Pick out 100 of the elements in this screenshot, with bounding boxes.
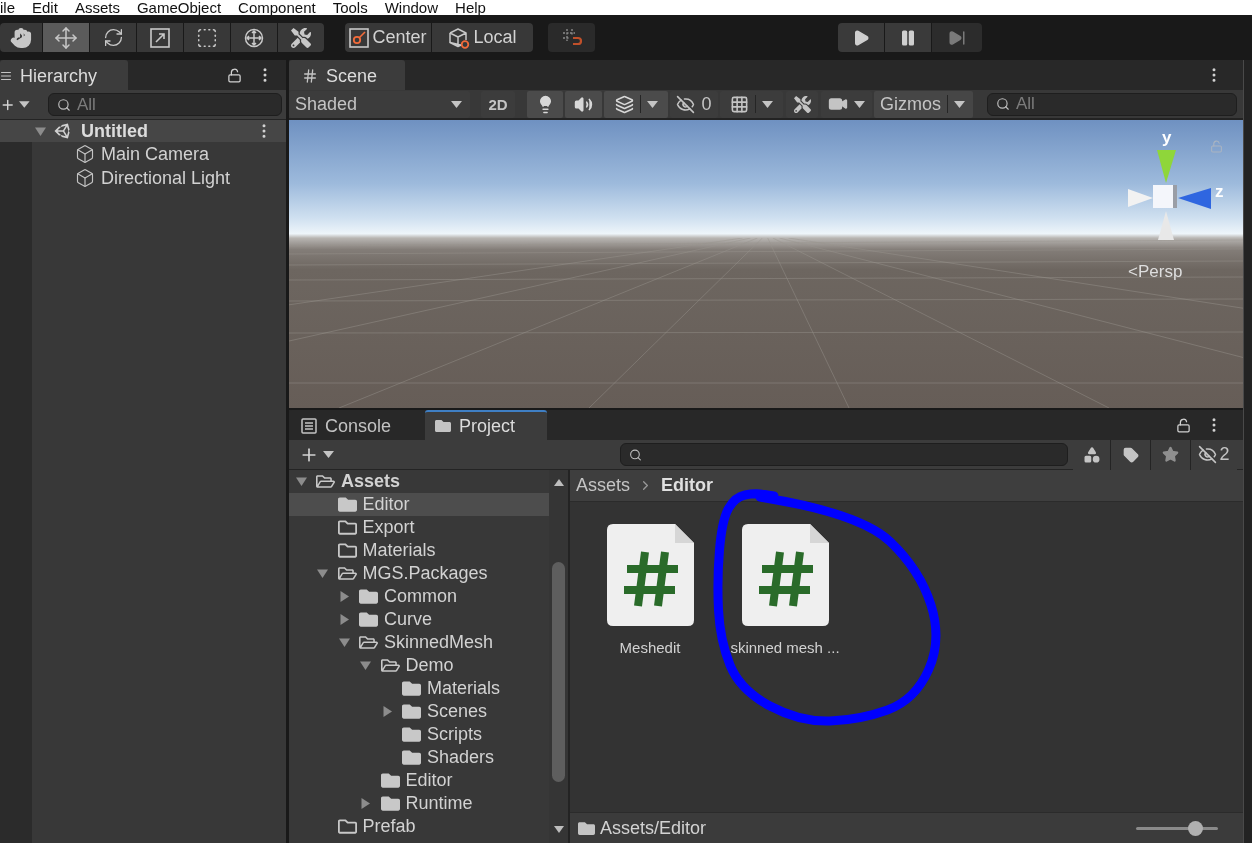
camera-button[interactable] xyxy=(821,90,872,118)
slider-thumb[interactable] xyxy=(1188,820,1204,836)
scroll-down-arrow-icon[interactable] xyxy=(553,826,564,833)
hierarchy-tab[interactable]: Hierarchy xyxy=(0,60,128,90)
pivot-button[interactable]: Center xyxy=(345,23,431,52)
expand-arrow-icon[interactable] xyxy=(338,614,350,625)
expand-arrow-icon[interactable] xyxy=(317,568,328,579)
folder-item[interactable]: Common xyxy=(289,585,549,608)
folder-item[interactable]: Assets xyxy=(289,470,549,493)
object-item[interactable]: Directional Light xyxy=(32,166,231,190)
scrollbar-thumb[interactable] xyxy=(552,562,565,782)
menu-item[interactable]: Assets xyxy=(74,0,120,15)
transform-tool-button[interactable] xyxy=(231,23,277,52)
dashed-square-icon xyxy=(196,26,218,49)
caret-icon xyxy=(646,100,658,108)
scene-item[interactable]: Untitled xyxy=(0,120,286,142)
folder-item[interactable]: Prefab xyxy=(289,815,549,838)
search-field[interactable]: All xyxy=(48,93,282,116)
pause-button[interactable] xyxy=(885,23,931,52)
project-tab[interactable]: Project xyxy=(425,410,547,440)
menu-item[interactable]: Edit xyxy=(32,0,58,15)
move-tool-button[interactable] xyxy=(43,23,89,52)
script-file-icon[interactable] xyxy=(741,524,829,626)
logo-icon xyxy=(54,122,72,140)
eye-off-icon xyxy=(676,94,696,114)
2d-toggle[interactable]: 2D xyxy=(481,90,515,118)
expand-arrow-icon[interactable] xyxy=(338,591,350,602)
menu-item[interactable]: Tools xyxy=(332,0,368,15)
move-arrows-icon xyxy=(54,25,78,50)
expand-arrow-icon[interactable] xyxy=(35,125,46,137)
file-name-label[interactable]: skinned mesh ... xyxy=(730,639,840,656)
shading-dropdown[interactable]: Shaded xyxy=(289,90,470,118)
folder-item[interactable]: SkinnedMesh xyxy=(289,631,549,654)
folder-icon xyxy=(402,679,421,698)
scroll-up-arrow-icon[interactable] xyxy=(553,479,564,486)
folder-item[interactable]: Curve xyxy=(289,608,549,631)
lock-icon[interactable] xyxy=(227,67,242,83)
scale-tool-button[interactable] xyxy=(137,23,183,52)
cube-icon xyxy=(75,168,95,188)
folder-outline-icon xyxy=(337,817,357,836)
folder-icon xyxy=(359,610,378,629)
folder-item[interactable]: Shaders xyxy=(289,746,549,769)
caret-icon xyxy=(954,100,965,108)
expand-arrow-icon[interactable] xyxy=(381,706,393,717)
folder-item[interactable]: Editor xyxy=(289,769,549,792)
status-path: Assets/Editor xyxy=(600,817,707,839)
audio-toggle[interactable] xyxy=(565,90,602,118)
folder-icon xyxy=(359,587,378,606)
search-field[interactable]: All xyxy=(987,92,1237,116)
scene-tab[interactable]: Scene xyxy=(289,60,405,90)
effects-toggle[interactable] xyxy=(604,90,668,118)
folder-item[interactable]: Runtime xyxy=(289,792,549,815)
search-field[interactable] xyxy=(620,443,1068,466)
grid-button[interactable] xyxy=(720,90,783,118)
list-box-icon xyxy=(301,418,317,434)
open-folder-icon xyxy=(316,472,335,491)
visibility-button[interactable]: 0 xyxy=(670,90,718,118)
folder-item[interactable]: Materials xyxy=(289,539,549,562)
play-button[interactable] xyxy=(838,23,884,52)
hand-tool-button[interactable] xyxy=(0,23,42,52)
script-file-icon[interactable] xyxy=(606,524,694,626)
caret-icon xyxy=(323,451,334,458)
rotate-tool-button[interactable] xyxy=(90,23,136,52)
space-button[interactable]: Local xyxy=(432,23,533,52)
visibility-button[interactable]: 2 xyxy=(1191,439,1237,470)
folder-item[interactable]: Materials xyxy=(289,677,549,700)
folder-item[interactable]: Demo xyxy=(289,654,549,677)
folder-icon xyxy=(380,771,400,790)
cube-icon xyxy=(448,26,471,49)
wrench-screwdriver-icon xyxy=(793,95,811,113)
rect-tool-button[interactable] xyxy=(184,23,230,52)
snap-button[interactable] xyxy=(548,23,595,52)
folder-item[interactable]: Export xyxy=(289,516,549,539)
expand-arrow-icon[interactable] xyxy=(360,660,371,671)
play-icon xyxy=(852,28,870,47)
expand-arrow-icon[interactable] xyxy=(360,798,371,809)
folder-item[interactable]: MGS.Packages xyxy=(289,562,549,585)
cube-icon xyxy=(75,144,95,164)
menu-item[interactable]: ile xyxy=(0,0,15,15)
folder-item[interactable]: Scenes xyxy=(289,700,549,723)
breadcrumb-link[interactable]: Assets xyxy=(576,475,631,496)
label-filter-button[interactable] xyxy=(1111,439,1150,470)
gizmos-dropdown[interactable]: Gizmos xyxy=(874,90,973,118)
folder-item[interactable]: Scripts xyxy=(289,723,549,746)
lighting-toggle[interactable] xyxy=(527,90,563,118)
file-name-label[interactable]: Meshedit xyxy=(619,639,681,656)
object-item[interactable]: Main Camera xyxy=(32,142,210,166)
favorites-button[interactable] xyxy=(1151,439,1190,470)
expand-arrow-icon[interactable] xyxy=(338,637,350,648)
tools-button[interactable] xyxy=(786,90,818,118)
scene-viewport[interactable]: y z <Persp xyxy=(289,120,1243,408)
menu-item[interactable]: Window xyxy=(384,0,439,15)
tag-icon xyxy=(1122,446,1139,463)
expand-arrow-icon[interactable] xyxy=(295,476,307,487)
list-icon xyxy=(0,70,12,82)
folder-item[interactable]: Editor xyxy=(289,493,549,516)
custom-tool-button[interactable] xyxy=(278,23,324,52)
projection-label[interactable]: <Persp xyxy=(1128,262,1183,282)
lock-icon[interactable] xyxy=(1176,417,1191,433)
hash-icon xyxy=(302,68,318,84)
